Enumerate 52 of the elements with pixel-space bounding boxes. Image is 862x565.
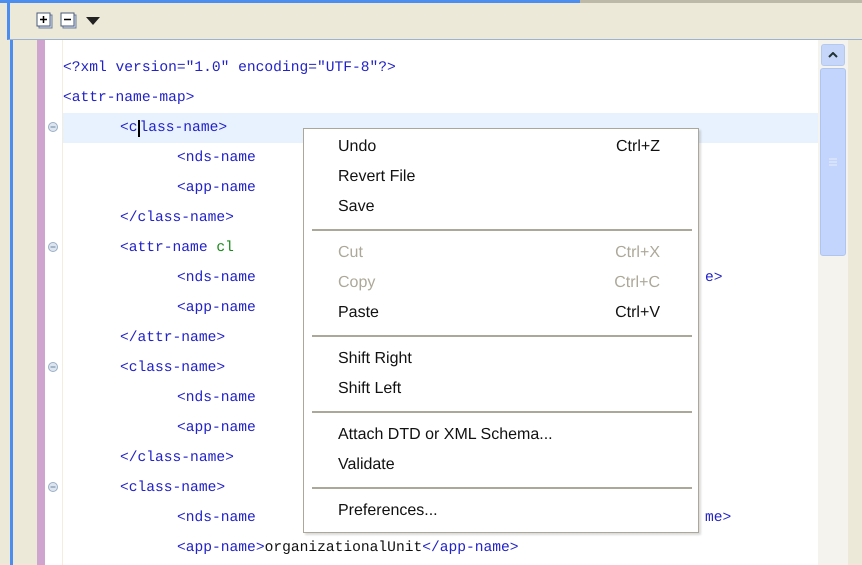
scrollbar-thumb[interactable] bbox=[820, 68, 846, 256]
code-line: <nds-name bbox=[177, 510, 256, 526]
scroll-up-button[interactable] bbox=[821, 44, 845, 66]
menu-item[interactable]: Attach DTD or XML Schema... bbox=[306, 420, 696, 450]
expand-all-button[interactable] bbox=[36, 12, 54, 30]
menu-item-label: Attach DTD or XML Schema... bbox=[338, 426, 553, 444]
code-line: <nds-name bbox=[177, 390, 256, 406]
grip-icon bbox=[829, 158, 837, 166]
code-fragment: me> bbox=[705, 510, 732, 526]
minus-square-icon bbox=[60, 12, 78, 30]
code-line: <nds-name bbox=[177, 270, 256, 286]
code-line: <?xml version="1.0" encoding="UTF-8"?> bbox=[63, 60, 396, 76]
code-line: </attr-name> bbox=[120, 330, 226, 346]
code-line: <c lass-name> bbox=[120, 120, 228, 136]
code-line: </class-name> bbox=[120, 210, 234, 226]
menu-item[interactable]: Revert File bbox=[306, 162, 696, 192]
code-line: </class-name> bbox=[120, 450, 234, 466]
shortcut-label: Ctrl+C bbox=[614, 274, 660, 292]
code-line: <app-name bbox=[177, 300, 256, 316]
menu-item-label: Validate bbox=[338, 456, 395, 474]
menu-item-label: Undo bbox=[338, 138, 376, 156]
collapse-all-button[interactable] bbox=[60, 12, 78, 30]
menu-item[interactable]: Shift Right bbox=[306, 344, 696, 374]
menu-item[interactable]: Paste Ctrl+V bbox=[306, 298, 696, 328]
menu-item-label: Save bbox=[338, 198, 374, 216]
shortcut-label: Ctrl+V bbox=[615, 304, 660, 322]
code-line: <app-name>organizationalUnit</app-name> bbox=[177, 540, 519, 556]
code-line: <app-name bbox=[177, 180, 256, 196]
menu-item-label: Revert File bbox=[338, 168, 416, 186]
caret-icon bbox=[86, 17, 100, 25]
menu-item[interactable]: Preferences... bbox=[306, 496, 696, 526]
code-line: <app-name bbox=[177, 420, 256, 436]
shortcut-label: Ctrl+Z bbox=[616, 138, 660, 156]
code-line: <attr-name cl bbox=[120, 240, 234, 256]
code-line: <class-name> bbox=[120, 360, 226, 376]
menu-item-label: Preferences... bbox=[338, 502, 438, 520]
menu-item[interactable]: Validate bbox=[306, 450, 696, 480]
menu-item-label: Copy bbox=[338, 274, 376, 292]
plus-square-icon bbox=[36, 12, 54, 30]
code-line: <attr-name-map> bbox=[63, 90, 194, 106]
code-line: <class-name> bbox=[120, 480, 226, 496]
menu-item[interactable]: Undo Ctrl+Z bbox=[306, 132, 696, 162]
menu-item-label: Shift Right bbox=[338, 350, 412, 368]
shortcut-label: Ctrl+X bbox=[615, 244, 660, 262]
code-line: <nds-name bbox=[177, 150, 256, 166]
menu-item[interactable]: Shift Left bbox=[306, 374, 696, 404]
menu-item-label: Paste bbox=[338, 304, 379, 322]
chevron-up-icon bbox=[828, 52, 838, 58]
menu-item-label: Shift Left bbox=[338, 380, 402, 398]
menu-item[interactable]: Save bbox=[306, 192, 696, 222]
code-fragment: e> bbox=[705, 270, 723, 286]
menu-item-label: Cut bbox=[338, 244, 363, 262]
